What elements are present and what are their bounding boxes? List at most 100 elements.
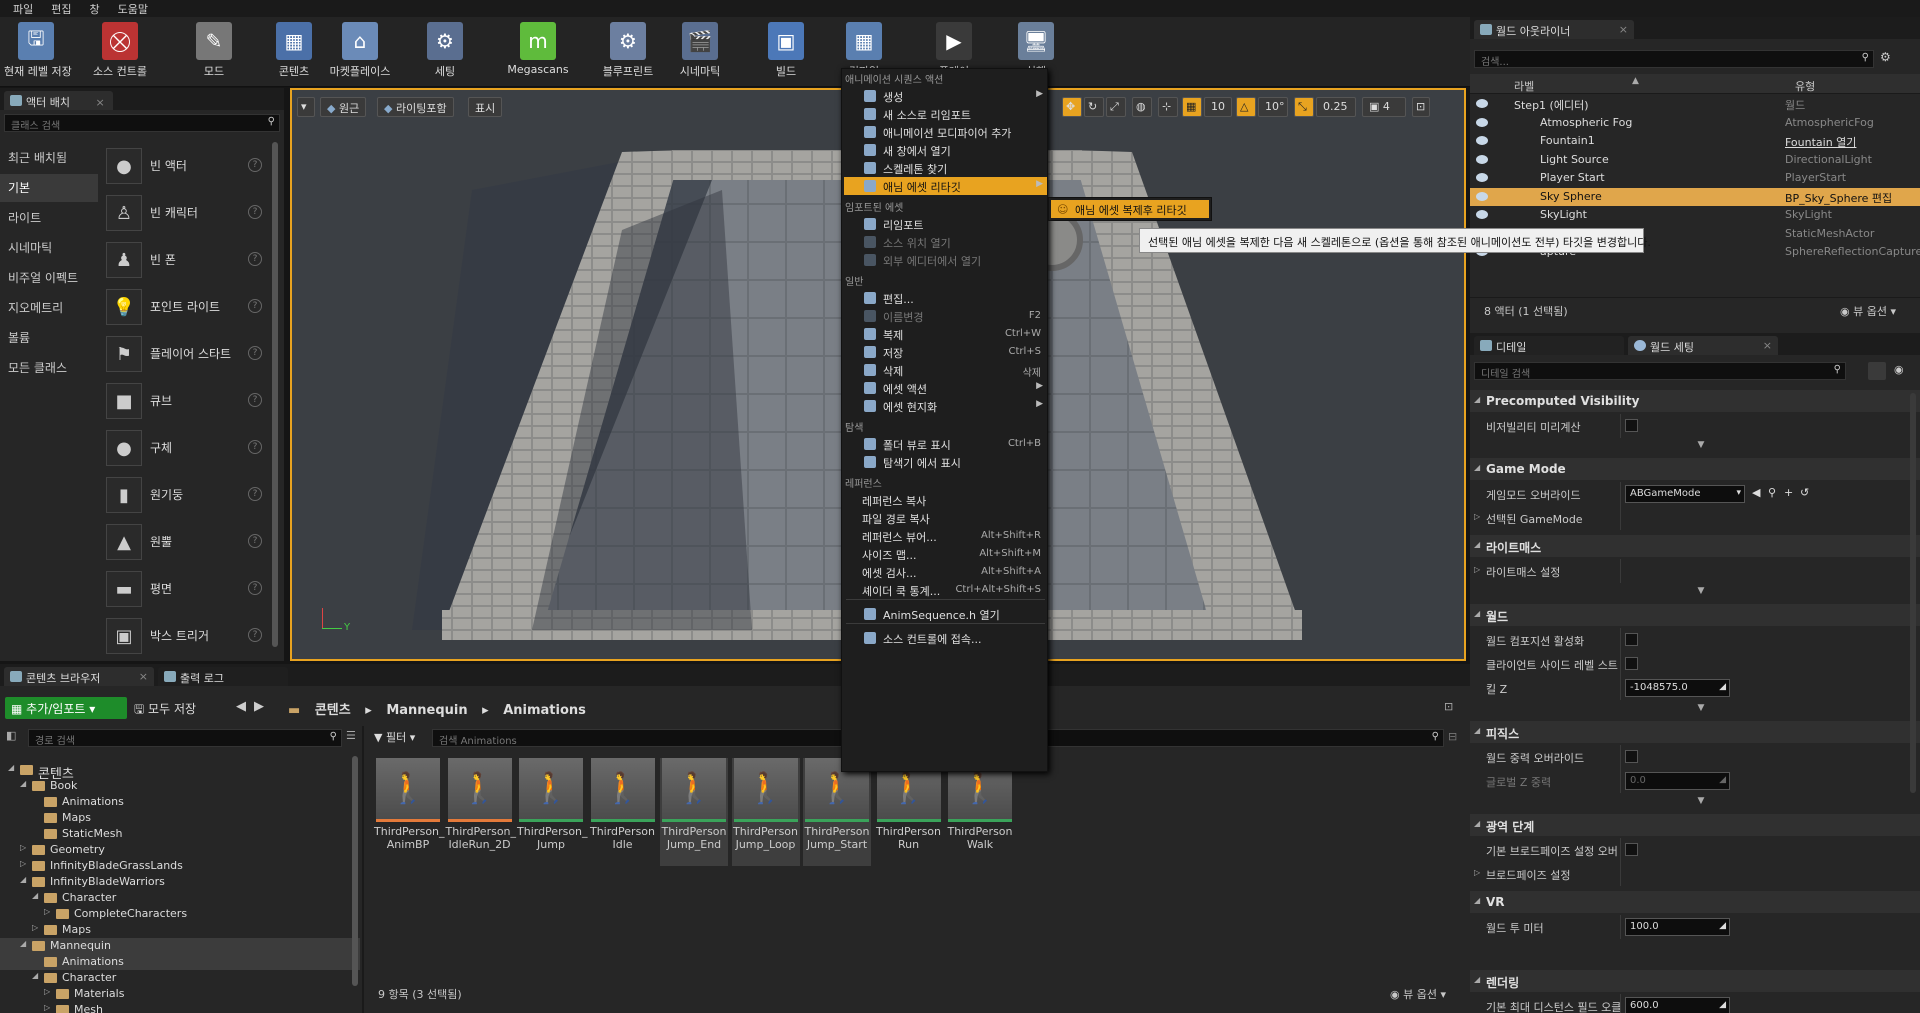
outliner-row[interactable]: Step1 (에디터) 월드 xyxy=(1470,95,1920,113)
toolbar-button[interactable]: ✎ 모드 xyxy=(182,22,246,82)
actor-item[interactable]: ▲ 원뿔? xyxy=(104,520,264,564)
expanded-arrow-icon[interactable]: ◢ xyxy=(8,763,14,772)
view-options-button[interactable]: ◉ 뷰 옵션 ▾ xyxy=(1390,986,1446,1002)
category-tab[interactable]: 시네마틱 xyxy=(0,234,98,262)
toolbar-button[interactable]: ⚙ 블루프린트 xyxy=(596,22,660,82)
details-section-header[interactable]: 렌더링 xyxy=(1470,970,1920,992)
menu-item[interactable]: 도움말 xyxy=(109,1,157,17)
toolbar-button[interactable]: ▦ 콘텐츠 xyxy=(262,22,326,82)
breadcrumb-animations[interactable]: Animations xyxy=(503,703,586,718)
menu-item[interactable]: 스켈레톤 찾기 xyxy=(844,159,1047,177)
help-icon[interactable]: ? xyxy=(248,581,262,595)
menu-item[interactable]: 편집 xyxy=(42,1,80,17)
advanced-expand-icon[interactable]: ▼ xyxy=(1470,440,1920,452)
actor-item[interactable]: ⚑ 플레이어 스타트? xyxy=(104,332,264,376)
lock-icon[interactable]: ⊡ xyxy=(1444,700,1453,713)
help-icon[interactable]: ? xyxy=(248,252,262,266)
menu-item[interactable]: 편집... xyxy=(844,289,1047,307)
property-checkbox[interactable] xyxy=(1625,633,1638,646)
category-tab[interactable]: 비주얼 이펙트 xyxy=(0,264,98,292)
help-icon[interactable]: ? xyxy=(248,346,262,360)
asset-tile[interactable]: 🚶 ThirdPerson Jump_Start xyxy=(803,758,871,866)
menu-item[interactable]: 새 소스로 리임포트 xyxy=(844,105,1047,123)
visibility-eye-icon[interactable] xyxy=(1476,210,1488,219)
visibility-eye-icon[interactable] xyxy=(1476,154,1488,164)
folder-tree-item[interactable]: ◢ 콘텐츠 xyxy=(0,762,360,782)
expanded-arrow-icon[interactable]: ◢ xyxy=(32,891,38,900)
menu-item[interactable]: 에셋 액션 ▶ xyxy=(844,379,1047,397)
menu-item[interactable]: 파일 경로 복사 xyxy=(844,509,1047,527)
outliner-search-input[interactable]: 검색... ⚲ xyxy=(1474,50,1874,68)
collapsed-arrow-icon[interactable]: ▷ xyxy=(44,987,50,996)
menu-item[interactable]: 생성 ▶ xyxy=(844,87,1047,105)
actor-item[interactable]: ♟ 빈 폰? xyxy=(104,238,264,282)
folder-tree-item[interactable]: ◢ Character xyxy=(0,970,360,986)
menu-item[interactable]: 저장 Ctrl+S xyxy=(844,343,1047,361)
class-search-input[interactable]: 클래스 검색 ⚲ xyxy=(4,114,280,132)
property-checkbox[interactable] xyxy=(1625,750,1638,763)
folder-tree-item[interactable]: ◢ Character xyxy=(0,890,360,906)
asset-tile[interactable]: 🚶 ThirdPerson Idle xyxy=(589,758,657,866)
duplicate-and-retarget-item[interactable]: ☺ 애님 에셋 복제후 리타깃 xyxy=(1051,200,1209,218)
view-options-button[interactable]: ◉ 뷰 옵션 ▾ xyxy=(1840,303,1896,319)
advanced-expand-icon[interactable]: ▼ xyxy=(1470,796,1920,808)
expanded-arrow-icon[interactable]: ◢ xyxy=(32,971,38,980)
collapsed-arrow-icon[interactable]: ▷ xyxy=(44,907,50,916)
menu-item[interactable]: 소스 컨트롤에 접속... xyxy=(844,629,1047,647)
outliner-row[interactable]: Fountain1 Fountain 열기 xyxy=(1470,132,1920,150)
place-actors-scrollbar[interactable] xyxy=(272,142,278,647)
outliner-row[interactable]: Light Source DirectionalLight xyxy=(1470,151,1920,169)
folder-tree-item[interactable]: ▷ Mesh xyxy=(0,1002,360,1013)
toolbar-button[interactable]: ⛒ 소스 컨트롤 xyxy=(88,22,152,82)
details-section-header[interactable]: 광역 단계 xyxy=(1470,814,1920,836)
menu-item[interactable]: 애님 에셋 리타깃 ▶ xyxy=(844,177,1047,195)
toolbar-button[interactable]: ▣ 빌드 xyxy=(754,22,818,82)
collapsed-arrow-icon[interactable]: ▷ xyxy=(44,1003,50,1012)
category-tab[interactable]: 라이트 xyxy=(0,204,98,232)
folder-tree-item[interactable]: Animations xyxy=(0,794,360,810)
scale-icon[interactable]: ⤢ xyxy=(1106,97,1126,117)
add-icon[interactable]: + xyxy=(1784,486,1793,499)
property-number-field[interactable]: 100.0 ◢ xyxy=(1625,918,1730,936)
details-section-header[interactable]: 월드 xyxy=(1470,604,1920,626)
visibility-eye-icon[interactable] xyxy=(1476,99,1488,108)
gamemode-combo[interactable]: ABGameMode ▾ xyxy=(1625,485,1745,503)
translate-icon[interactable]: ✥ xyxy=(1062,97,1082,117)
breadcrumb-mannequin[interactable]: Mannequin xyxy=(386,703,467,718)
help-icon[interactable]: ? xyxy=(248,158,262,172)
category-tab[interactable]: 지오메트리 xyxy=(0,294,98,322)
expand-arrow-icon[interactable]: ▷ xyxy=(1474,565,1480,574)
outliner-row-type[interactable]: Fountain 열기 xyxy=(1785,134,1856,150)
menu-item[interactable]: 셰이더 쿡 통계... Ctrl+Alt+Shift+S xyxy=(844,581,1047,599)
actor-item[interactable]: ■ 큐브? xyxy=(104,379,264,423)
menu-item[interactable]: 폴더 뷰로 표시 Ctrl+B xyxy=(844,435,1047,453)
splitter[interactable] xyxy=(362,726,364,1013)
perspective-button[interactable]: ◆ 원근 xyxy=(320,97,367,117)
outliner-row[interactable]: Sky Sphere BP_Sky_Sphere 편집 xyxy=(1470,187,1920,206)
property-number-field[interactable]: -1048575.0 ◢ xyxy=(1625,679,1730,697)
folder-tree-item[interactable]: Maps xyxy=(0,810,360,826)
help-icon[interactable]: ? xyxy=(248,393,262,407)
save-search-icon[interactable]: ⊟ xyxy=(1448,730,1457,743)
menu-item[interactable]: 리임포트 xyxy=(844,215,1047,233)
toolbar-button[interactable]: 🖫 현재 레벨 저장 xyxy=(4,22,72,82)
advanced-expand-icon[interactable]: ▼ xyxy=(1470,703,1920,715)
show-button[interactable]: 표시 xyxy=(468,97,503,117)
tab-world-outliner[interactable]: 월드 아웃라이너 × xyxy=(1474,20,1634,39)
property-checkbox[interactable] xyxy=(1625,419,1638,432)
collapsed-arrow-icon[interactable]: ▷ xyxy=(20,859,26,868)
help-icon[interactable]: ? xyxy=(248,299,262,313)
asset-tile[interactable]: 🚶 ThirdPerson Run xyxy=(875,758,943,866)
reset-icon[interactable]: ↺ xyxy=(1800,486,1809,499)
folder-tree-item[interactable]: StaticMesh xyxy=(0,826,360,842)
actor-item[interactable]: ▮ 원기둥? xyxy=(104,473,264,517)
folder-tree-item[interactable]: ◢ Mannequin xyxy=(0,938,360,954)
folder-tree-item[interactable]: ◢ InfinityBladeWarriors xyxy=(0,874,360,890)
asset-tile[interactable]: 🚶 ThirdPerson_ AnimBP xyxy=(374,758,445,866)
menu-item[interactable]: 파일 xyxy=(4,1,42,17)
tab-place-actors[interactable]: 액터 배치 × xyxy=(4,91,113,110)
actor-item[interactable]: ♙ 빈 캐릭터? xyxy=(104,191,264,235)
details-section-header[interactable]: Precomputed Visibility xyxy=(1470,390,1920,412)
advanced-expand-icon[interactable]: ▼ xyxy=(1470,586,1920,598)
rotation-snap-value[interactable]: 10° xyxy=(1258,97,1288,117)
